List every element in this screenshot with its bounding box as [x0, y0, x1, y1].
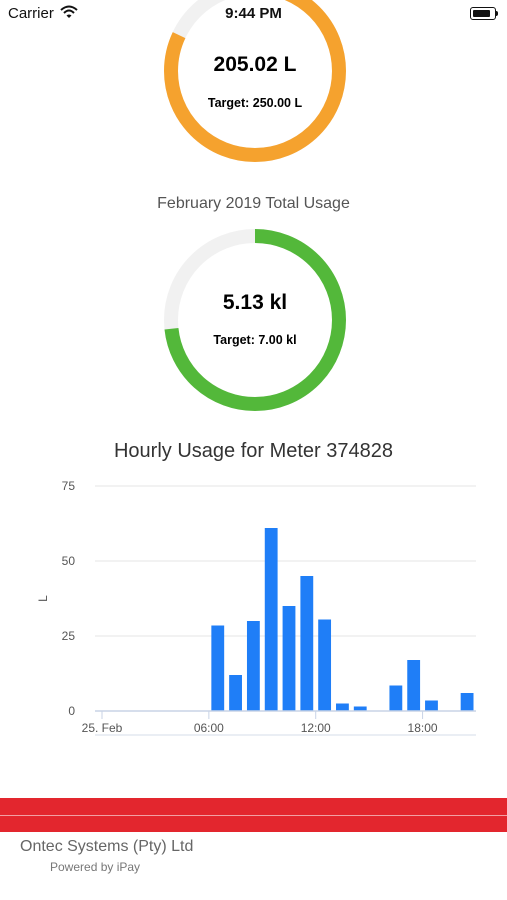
monthly-usage-target: Target: 7.00 kl [213, 333, 297, 347]
x-tick-label: 06:00 [194, 721, 224, 735]
battery-icon [470, 7, 498, 20]
monthly-usage-title: February 2019 Total Usage [157, 195, 350, 212]
bar [318, 619, 332, 711]
y-tick-label: 25 [62, 629, 76, 643]
x-tick-label: 25. Feb [82, 721, 123, 735]
gauge-progress-arc [164, 0, 346, 162]
company-name: Ontec Systems (Pty) Ltd [20, 838, 194, 855]
bar [264, 528, 278, 711]
bar [246, 621, 260, 711]
x-tick-label: 12:00 [301, 721, 331, 735]
daily-usage-value: 205.02 L [213, 53, 297, 76]
bar [336, 703, 349, 711]
bar [211, 625, 225, 711]
chart-title: Hourly Usage for Meter 374828 [113, 440, 394, 462]
y-axis-title: L [36, 595, 50, 602]
bar [282, 606, 296, 711]
bar [407, 660, 421, 711]
daily-usage-target: Target: 250.00 L [207, 96, 303, 110]
bar [300, 576, 314, 711]
bar [425, 700, 438, 711]
bar [460, 693, 474, 711]
hourly-usage-chart: 0 25 50 75 L 25. Feb 06:00 12:00 18:00 [36, 479, 476, 736]
bar [229, 675, 242, 711]
daily-usage-gauge: 205.02 L Target: 250.00 L [163, 0, 347, 163]
y-tick-label: 50 [62, 554, 76, 568]
powered-by: Powered by iPay [50, 860, 141, 874]
y-tick-label: 0 [68, 704, 75, 718]
footer-band [0, 798, 507, 832]
bar [389, 685, 403, 711]
monthly-usage-value: 5.13 kl [222, 291, 288, 314]
y-tick-label: 75 [62, 479, 76, 493]
x-tick-label: 18:00 [408, 721, 438, 735]
monthly-usage-gauge: 5.13 kl Target: 7.00 kl [163, 228, 347, 412]
